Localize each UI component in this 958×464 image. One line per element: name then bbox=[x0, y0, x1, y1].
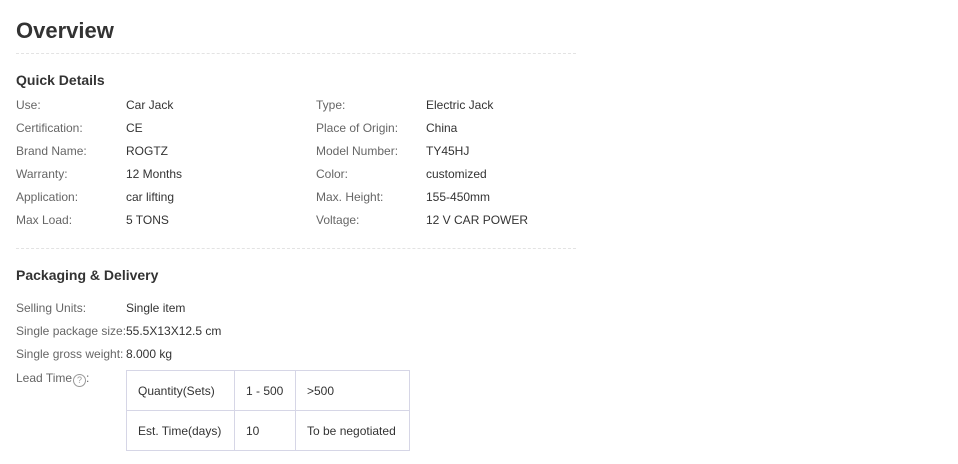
detail-key: Model Number: bbox=[316, 144, 399, 158]
detail-key: Brand Name: bbox=[16, 144, 87, 158]
divider bbox=[16, 248, 576, 249]
detail-key: Type: bbox=[316, 98, 346, 112]
detail-value: TY45HJ bbox=[426, 144, 470, 158]
detail-key: Warranty: bbox=[16, 167, 68, 181]
divider bbox=[16, 53, 576, 54]
detail-value: 12 V CAR POWER bbox=[426, 213, 529, 227]
packaging-value: 55.5X13X12.5 cm bbox=[126, 324, 222, 338]
table-cell: To be negotiated bbox=[295, 410, 410, 451]
quick-details-title: Quick Details bbox=[16, 72, 105, 88]
page-title: Overview bbox=[16, 18, 114, 43]
detail-key: Place of Origin: bbox=[316, 121, 399, 135]
detail-key: Max. Height: bbox=[316, 190, 384, 204]
detail-value: 12 Months bbox=[126, 167, 183, 181]
detail-key: Use: bbox=[16, 98, 41, 112]
packaging-key: Selling Units: bbox=[16, 301, 87, 315]
question-help-icon[interactable]: ? bbox=[73, 374, 87, 387]
table-cell: 10 bbox=[234, 410, 296, 451]
detail-key: Application: bbox=[16, 190, 79, 204]
table-row: Quantity(Sets) 1 - 500 >500 bbox=[126, 370, 410, 411]
table-cell: 1 - 500 bbox=[234, 370, 296, 411]
table-row: Est. Time(days) 10 To be negotiated bbox=[126, 410, 410, 451]
detail-value: customized bbox=[426, 167, 487, 181]
table-cell: Quantity(Sets) bbox=[126, 370, 235, 411]
detail-value: car lifting bbox=[126, 190, 175, 204]
packaging-key: Single gross weight: bbox=[16, 347, 124, 361]
detail-key: Certification: bbox=[16, 121, 83, 135]
detail-value: ROGTZ bbox=[126, 144, 168, 158]
lead-time-text: Lead Time bbox=[16, 371, 73, 385]
detail-value: CE bbox=[126, 121, 143, 135]
lead-time-table: Quantity(Sets) 1 - 500 >500 Est. Time(da… bbox=[126, 370, 410, 451]
table-cell: Est. Time(days) bbox=[126, 410, 235, 451]
detail-key: Max Load: bbox=[16, 213, 73, 227]
table-cell: >500 bbox=[295, 370, 410, 411]
packaging-value: Single item bbox=[126, 301, 186, 315]
detail-value: 5 TONS bbox=[126, 213, 169, 227]
detail-key: Color: bbox=[316, 167, 349, 181]
detail-value: Car Jack bbox=[126, 98, 174, 112]
detail-key: Voltage: bbox=[316, 213, 360, 227]
detail-value: 155-450mm bbox=[426, 190, 491, 204]
detail-value: China bbox=[426, 121, 458, 135]
packaging-value: 8.000 kg bbox=[126, 347, 173, 361]
packaging-key: Single package size: bbox=[16, 324, 127, 338]
packaging-delivery-title: Packaging & Delivery bbox=[16, 267, 159, 283]
detail-value: Electric Jack bbox=[426, 98, 494, 112]
